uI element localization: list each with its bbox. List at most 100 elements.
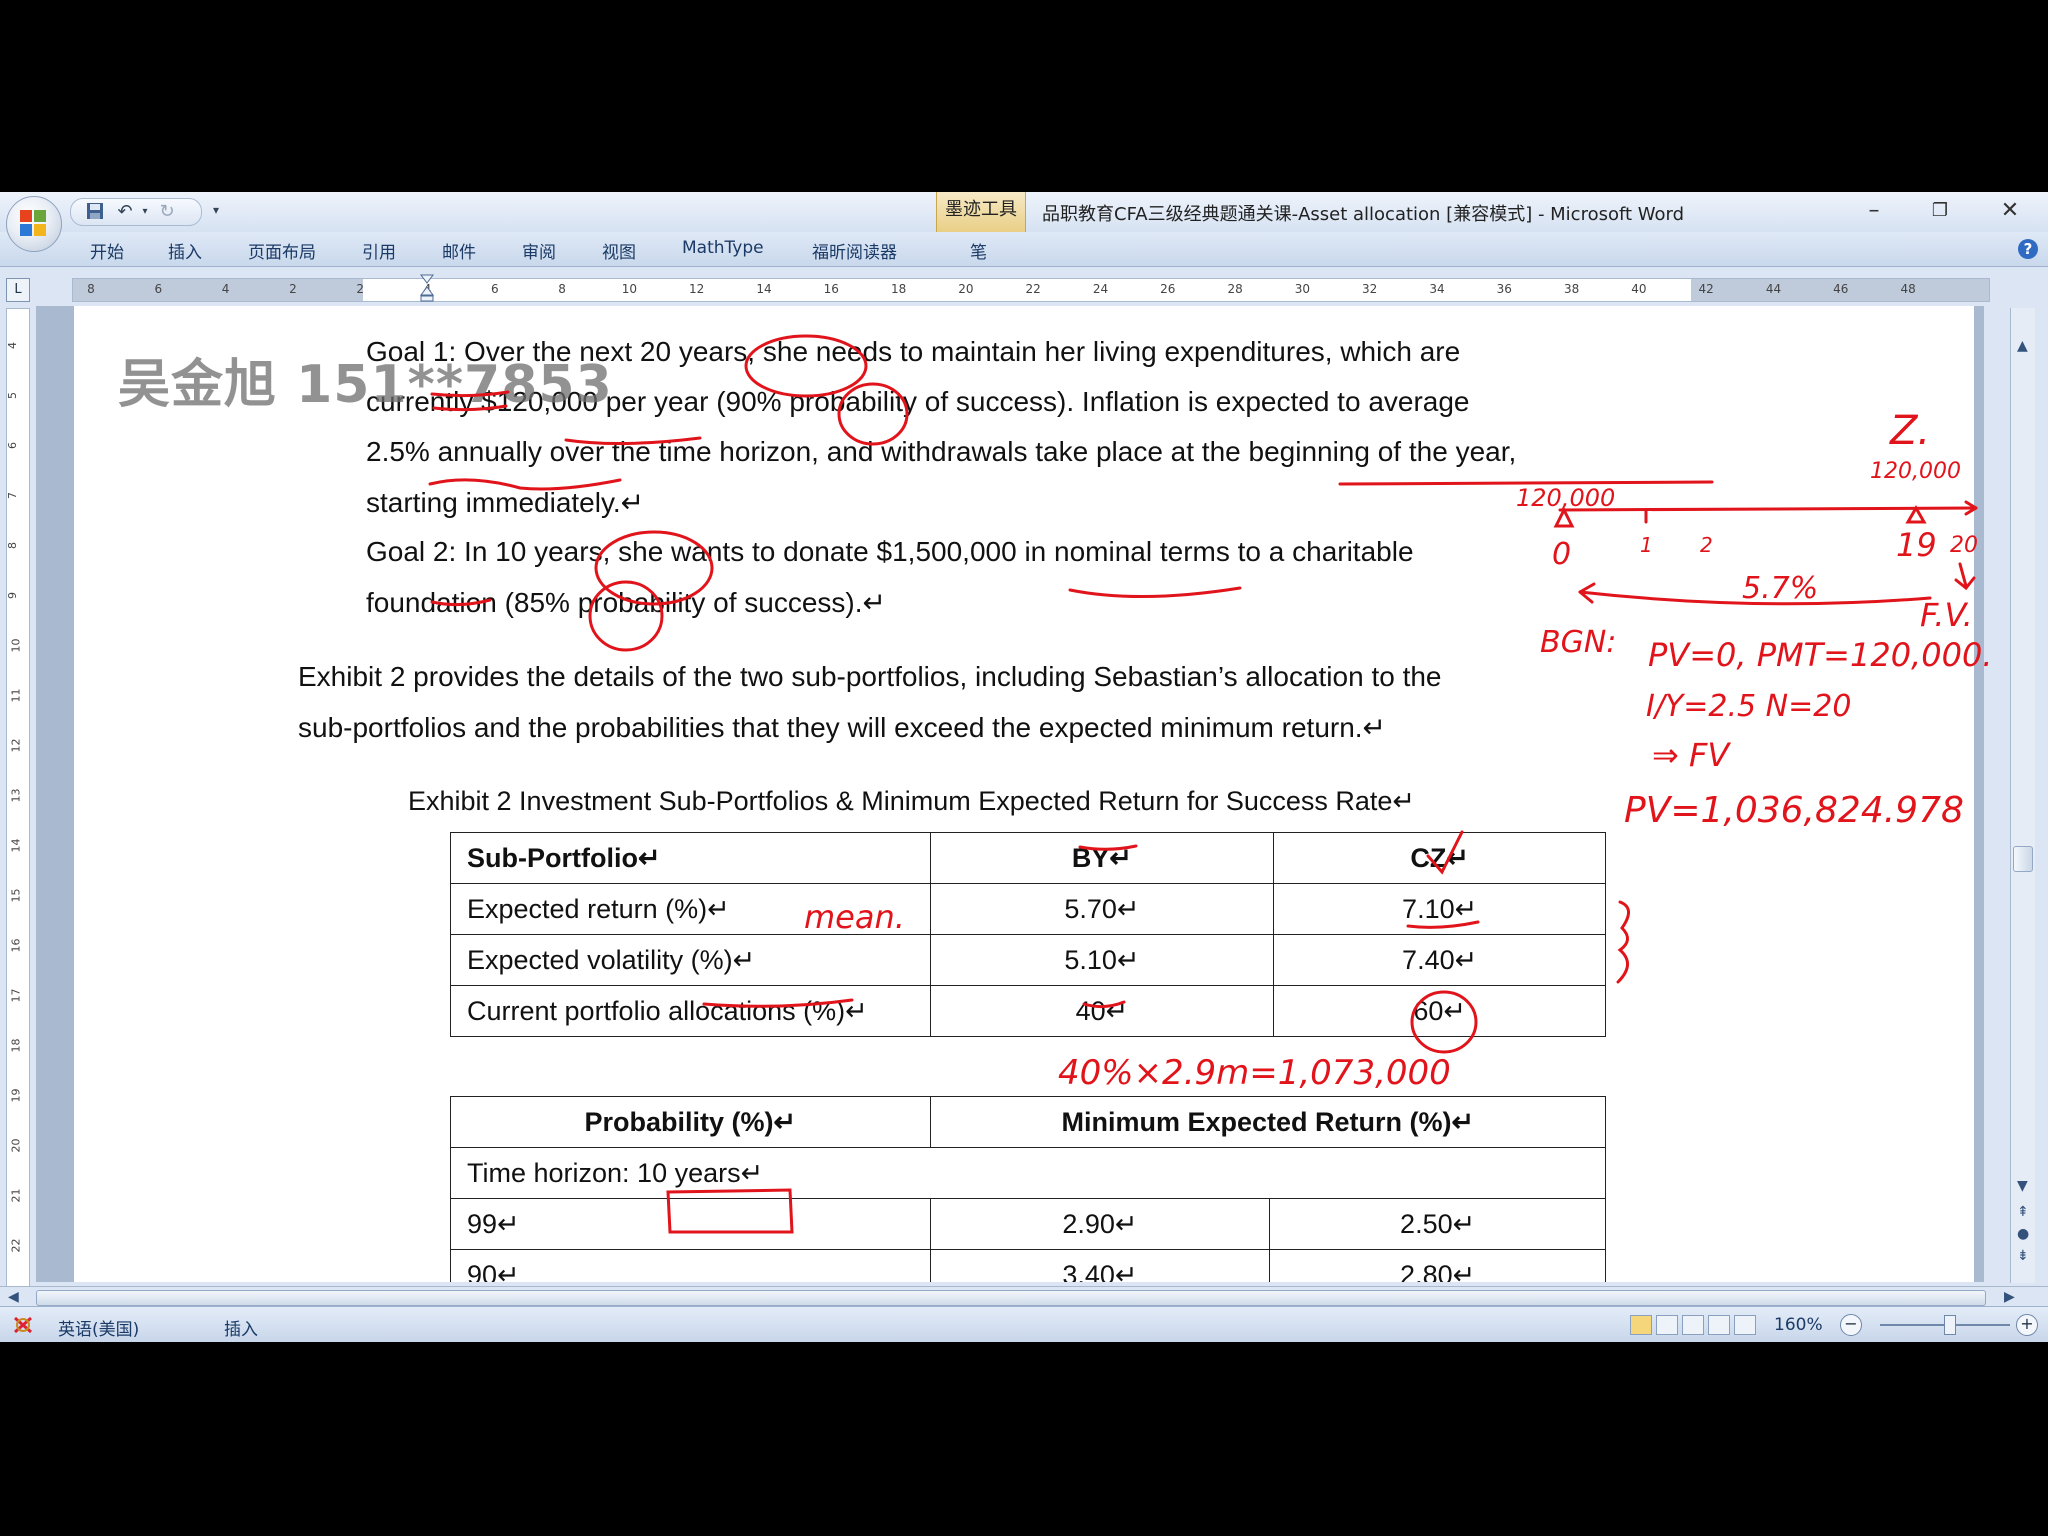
print-layout-view-icon[interactable]	[1630, 1315, 1652, 1335]
ruler-number: 17	[9, 988, 23, 1003]
probability-table: Probability (%)↵ Minimum Expected Return…	[450, 1096, 1607, 1282]
ruler-number: 4	[6, 342, 19, 349]
proofing-icon[interactable]	[12, 1314, 34, 1336]
horizontal-ruler[interactable]: 8642246810121416182022242628303234363840…	[72, 278, 1990, 302]
zoom-slider-thumb[interactable]	[1944, 1315, 1956, 1335]
ruler-number: 14	[9, 838, 23, 853]
tab-insert[interactable]: 插入	[168, 238, 202, 263]
undo-dropdown-icon[interactable]: ▾	[135, 202, 155, 222]
horizontal-scrollbar[interactable]: ◀ ▶	[0, 1286, 2048, 1307]
ruler-number: 20	[9, 1138, 23, 1153]
vertical-scroll-thumb[interactable]	[2013, 846, 2033, 872]
table-row: 99↵ 2.90↵ 2.50↵	[450, 1198, 1606, 1250]
full-screen-reading-icon[interactable]	[1656, 1315, 1678, 1335]
ruler-number: 18	[890, 282, 907, 296]
vertical-ruler[interactable]: 4 5 6 7 8 9 10 11 12 13 14 15 16 17 18 19 20 21 22	[6, 308, 30, 1310]
ruler-number: 30	[1294, 282, 1311, 296]
vertical-scrollbar[interactable]: ▲ ▼ ⇞ ● ⇟	[2010, 308, 2035, 1283]
table-cell: 99↵	[450, 1198, 931, 1250]
next-page-icon[interactable]: ⇟	[2017, 1248, 2029, 1264]
tab-view[interactable]: 视图	[602, 238, 636, 263]
table-cell: 5.70↵	[929, 883, 1275, 935]
ruler-number: 19	[9, 1088, 23, 1103]
web-layout-icon[interactable]	[1682, 1315, 1704, 1335]
document-page[interactable]: Goal 1: Over the next 20 years, she need…	[74, 306, 1974, 1282]
indent-marker-icon[interactable]	[420, 274, 434, 302]
ruler-number: 4	[221, 282, 230, 296]
close-button[interactable]: ✕	[1990, 196, 2030, 226]
tab-foxit-reader[interactable]: 福昕阅读器	[812, 238, 897, 263]
ruler-number: 15	[9, 888, 23, 903]
status-bar: 英语(美国) 插入 160% − +	[0, 1306, 2048, 1342]
tab-mailings[interactable]: 邮件	[442, 238, 476, 263]
restore-button[interactable]: ❐	[1920, 196, 1960, 226]
ruler-number: 22	[9, 1238, 23, 1253]
table-row: Time horizon: 10 years↵	[450, 1147, 1606, 1199]
ruler-number: 2	[289, 282, 297, 296]
time-horizon-cell: Time horizon: 10 years↵	[450, 1147, 1606, 1199]
tab-review[interactable]: 审阅	[522, 238, 556, 263]
ruler-number: 6	[490, 282, 499, 296]
ruler-left-margin	[73, 279, 363, 301]
draft-view-icon[interactable]	[1734, 1315, 1756, 1335]
table-header-cell: Sub-Portfolio↵	[450, 832, 931, 884]
minimize-button[interactable]: –	[1854, 196, 1894, 226]
customize-qat-icon[interactable]: ▾	[206, 200, 226, 220]
ruler-number: 28	[1227, 282, 1243, 296]
ruler-number: 10	[621, 282, 638, 296]
tab-selector[interactable]: L	[6, 278, 30, 302]
ruler-number: 12	[9, 738, 23, 753]
ruler-number: 42	[1698, 282, 1714, 296]
language-status[interactable]: 英语(美国)	[58, 1315, 139, 1340]
tab-mathtype[interactable]: MathType	[682, 238, 764, 258]
ruler-number: 34	[1429, 282, 1445, 296]
zoom-level[interactable]: 160%	[1774, 1315, 1823, 1335]
ruler-number: 48	[1900, 282, 1916, 296]
scroll-left-icon[interactable]: ◀	[8, 1289, 19, 1305]
save-icon[interactable]	[85, 202, 105, 222]
help-icon[interactable]: ?	[2018, 239, 2038, 259]
table-header-cell: Minimum Expected Return (%)↵	[929, 1096, 1607, 1148]
table-header-cell: Probability (%)↵	[450, 1096, 931, 1148]
outline-view-icon[interactable]	[1708, 1315, 1730, 1335]
ruler-number: 8	[558, 282, 566, 296]
tab-references[interactable]: 引用	[362, 238, 396, 263]
ruler-number: 16	[823, 282, 839, 296]
table-cell: 2.80↵	[1269, 1249, 1606, 1282]
redo-icon[interactable]: ↻	[157, 202, 177, 222]
tab-home[interactable]: 开始	[90, 238, 124, 263]
undo-icon[interactable]: ↶	[115, 202, 135, 222]
table-cell: 2.50↵	[1269, 1198, 1606, 1250]
ruler-number: 38	[1563, 282, 1580, 296]
ruler-number: 18	[9, 1038, 23, 1053]
ruler-number: 40	[1631, 282, 1647, 296]
zoom-out-icon[interactable]: −	[1840, 1314, 1862, 1336]
ruler-number: 16	[9, 938, 23, 953]
table-cell: 90↵	[450, 1249, 931, 1282]
previous-page-icon[interactable]: ⇞	[2017, 1204, 2029, 1220]
exhibit-title: Exhibit 2 Investment Sub-Portfolios & Mi…	[408, 786, 1416, 816]
ribbon-tabs: 开始 插入 页面布局 引用 邮件 审阅 视图 MathType 福昕阅读器 笔 …	[0, 232, 2048, 267]
ruler-number: 46	[1833, 282, 1849, 296]
tab-pen[interactable]: 笔	[970, 238, 987, 263]
table-cell: 3.40↵	[929, 1249, 1271, 1282]
table-cell: 7.40↵	[1273, 934, 1606, 986]
table-cell: Expected volatility (%)↵	[450, 934, 931, 986]
office-button[interactable]	[6, 196, 62, 252]
exhibit-para-line1: Exhibit 2 provides the details of the tw…	[298, 661, 1442, 692]
goal1-line4: starting immediately.↵	[366, 487, 645, 518]
ink-tools-contextual-tab: 墨迹工具	[936, 192, 1026, 232]
ruler-number: 21	[9, 1188, 23, 1203]
scroll-right-icon[interactable]: ▶	[2004, 1289, 2015, 1305]
select-browse-object-icon[interactable]: ●	[2017, 1226, 2029, 1242]
horizontal-scroll-thumb[interactable]	[36, 1290, 1986, 1306]
ruler-number: 11	[9, 688, 23, 703]
zoom-in-icon[interactable]: +	[2016, 1314, 2038, 1336]
table-header-cell: CZ↵	[1273, 832, 1606, 884]
document-area[interactable]: Goal 1: Over the next 20 years, she need…	[36, 306, 1984, 1282]
tab-page-layout[interactable]: 页面布局	[248, 238, 316, 263]
scroll-up-icon[interactable]: ▲	[2017, 338, 2028, 354]
table-row: Probability (%)↵ Minimum Expected Return…	[450, 1096, 1607, 1148]
scroll-down-icon[interactable]: ▼	[2017, 1178, 2028, 1194]
insert-mode-status[interactable]: 插入	[224, 1315, 258, 1340]
